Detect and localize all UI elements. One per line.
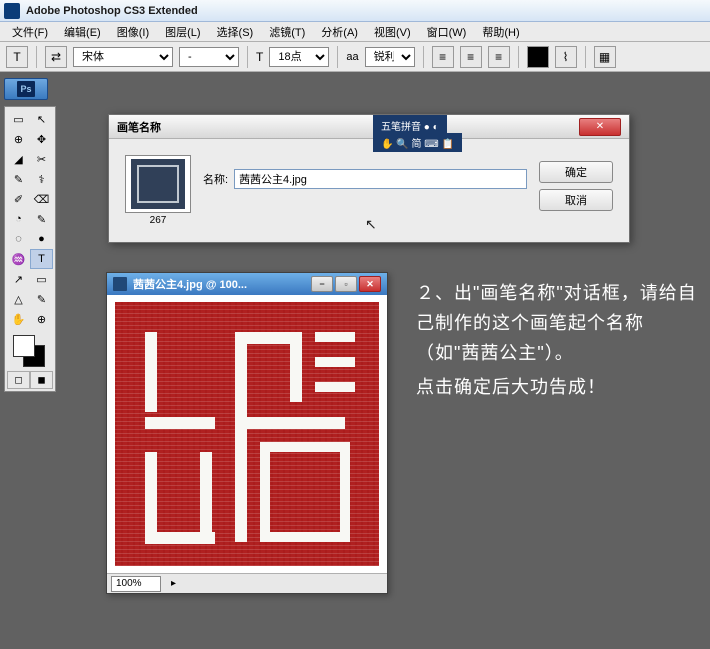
- pen-tool[interactable]: ♒: [7, 249, 30, 269]
- options-bar: T ⇄ 宋体 - T 18点 aa 锐利 ≡ ≡ ≡ ⌇ ▦: [0, 42, 710, 72]
- ime-toolbar[interactable]: ✋ 🔍 简 ⌨ 📋: [373, 133, 462, 152]
- document-icon: [113, 277, 127, 291]
- lasso-tool[interactable]: ⊕: [7, 129, 30, 149]
- crop-tool[interactable]: ◢: [7, 149, 30, 169]
- menu-select[interactable]: 选择(S): [209, 22, 262, 42]
- ok-button[interactable]: 确定: [539, 161, 613, 183]
- brush-preview-box: 267: [125, 155, 191, 226]
- warp-text-button[interactable]: ⌇: [555, 46, 577, 68]
- font-size-select[interactable]: 18点: [269, 47, 329, 67]
- menu-analysis[interactable]: 分析(A): [313, 22, 366, 42]
- workspace: Ps ▭↖ ⊕✥ ◢✂ ✎⚕ ✐⌫ ◔✎ ◌● ♒T ↗▭ △✎ ✋⊕ ◻ ◼ …: [0, 72, 710, 649]
- heal-tool[interactable]: ✎: [7, 169, 30, 189]
- size-icon: T: [256, 50, 263, 64]
- menu-filter[interactable]: 滤镜(T): [261, 22, 313, 42]
- minimize-button[interactable]: −: [311, 276, 333, 292]
- brush-tool[interactable]: ⚕: [30, 169, 53, 189]
- type-tool[interactable]: T: [30, 249, 53, 269]
- marquee-tool[interactable]: ▭: [7, 109, 30, 129]
- menu-view[interactable]: 视图(V): [366, 22, 419, 42]
- brush-name-input[interactable]: [234, 169, 527, 189]
- ps-home-tab[interactable]: Ps: [4, 78, 48, 100]
- font-family-select[interactable]: 宋体: [73, 47, 173, 67]
- gradient-tool[interactable]: ✎: [30, 209, 53, 229]
- character-panel-button[interactable]: ▦: [594, 46, 616, 68]
- dialog-title: 画笔名称: [117, 119, 579, 135]
- name-section: 名称:: [203, 169, 527, 189]
- divider: [36, 46, 37, 68]
- document-title: 茜茜公主4.jpg @ 100...: [133, 276, 309, 292]
- ps-logo-icon: Ps: [17, 81, 35, 97]
- status-menu-arrow[interactable]: ▸: [165, 578, 182, 589]
- dialog-title-bar[interactable]: 画笔名称 五笔拼音 ● ◐ ✋ 🔍 简 ⌨ 📋 ✕: [109, 115, 629, 139]
- app-title: Adobe Photoshop CS3 Extended: [26, 5, 198, 17]
- tool-palette: ▭↖ ⊕✥ ◢✂ ✎⚕ ✐⌫ ◔✎ ◌● ♒T ↗▭ △✎ ✋⊕ ◻ ◼: [4, 106, 56, 392]
- stamp-tool[interactable]: ✐: [7, 189, 30, 209]
- instruction-overlay: ２、出"画笔名称"对话框，请给自己制作的这个画笔起个名称（如"茜茜公主"）。 点…: [416, 278, 702, 406]
- menu-layer[interactable]: 图层(L): [157, 22, 208, 42]
- divider: [423, 46, 424, 68]
- brush-thumbnail: [131, 159, 185, 209]
- eraser-tool[interactable]: ◔: [7, 209, 30, 229]
- dodge-tool[interactable]: ●: [30, 229, 53, 249]
- divider: [337, 46, 338, 68]
- maximize-button[interactable]: ▫: [335, 276, 357, 292]
- document-status-bar: 100% ▸: [107, 573, 387, 593]
- document-canvas[interactable]: [107, 295, 387, 573]
- menu-bar: 文件(F) 编辑(E) 图像(I) 图层(L) 选择(S) 滤镜(T) 分析(A…: [0, 22, 710, 42]
- menu-edit[interactable]: 编辑(E): [56, 22, 109, 42]
- menu-help[interactable]: 帮助(H): [474, 22, 527, 42]
- brush-size-label: 267: [125, 215, 191, 226]
- tool-preset-icon[interactable]: T: [6, 46, 28, 68]
- cancel-button[interactable]: 取消: [539, 189, 613, 211]
- standard-mode-button[interactable]: ◻: [7, 371, 30, 389]
- app-icon: [4, 3, 20, 19]
- dialog-buttons: 确定 取消: [539, 161, 613, 211]
- color-swatches: [7, 333, 53, 369]
- align-right-button[interactable]: ≡: [488, 46, 510, 68]
- align-left-button[interactable]: ≡: [432, 46, 454, 68]
- dialog-body: 267 名称: 确定 取消: [109, 139, 629, 242]
- title-bar: Adobe Photoshop CS3 Extended: [0, 0, 710, 22]
- slice-tool[interactable]: ✂: [30, 149, 53, 169]
- zoom-tool[interactable]: ⊕: [30, 309, 53, 329]
- close-button[interactable]: ✕: [359, 276, 381, 292]
- divider: [585, 46, 586, 68]
- divider: [247, 46, 248, 68]
- history-brush-tool[interactable]: ⌫: [30, 189, 53, 209]
- zoom-field[interactable]: 100%: [111, 576, 161, 592]
- instruction-line-2: 点击确定后大功告成！: [416, 372, 702, 402]
- foreground-color[interactable]: [13, 335, 35, 357]
- hand-tool[interactable]: ✋: [7, 309, 30, 329]
- shape-tool[interactable]: ▭: [30, 269, 53, 289]
- brush-name-dialog: 画笔名称 五笔拼音 ● ◐ ✋ 🔍 简 ⌨ 📋 ✕ 267 名称: 确定 取消: [108, 114, 630, 243]
- antialias-select[interactable]: 锐利: [365, 47, 415, 67]
- menu-image[interactable]: 图像(I): [109, 22, 157, 42]
- eyedropper-tool[interactable]: ✎: [30, 289, 53, 309]
- menu-window[interactable]: 窗口(W): [419, 22, 475, 42]
- brush-preview: [125, 155, 191, 213]
- document-window: 茜茜公主4.jpg @ 100... − ▫ ✕: [106, 272, 388, 594]
- menu-file[interactable]: 文件(F): [4, 22, 56, 42]
- orientation-toggle[interactable]: ⇄: [45, 46, 67, 68]
- wand-tool[interactable]: ✥: [30, 129, 53, 149]
- name-label: 名称:: [203, 171, 228, 187]
- document-title-bar[interactable]: 茜茜公主4.jpg @ 100... − ▫ ✕: [107, 273, 387, 295]
- text-color-button[interactable]: [527, 46, 549, 68]
- blur-tool[interactable]: ◌: [7, 229, 30, 249]
- dialog-close-button[interactable]: ✕: [579, 118, 621, 136]
- seal-image: [115, 302, 379, 566]
- move-tool[interactable]: ↖: [30, 109, 53, 129]
- path-tool[interactable]: ↗: [7, 269, 30, 289]
- notes-tool[interactable]: △: [7, 289, 30, 309]
- instruction-line-1: ２、出"画笔名称"对话框，请给自己制作的这个画笔起个名称（如"茜茜公主"）。: [416, 278, 702, 368]
- quickmask-mode-button[interactable]: ◼: [30, 371, 53, 389]
- font-style-select[interactable]: -: [179, 47, 239, 67]
- divider: [518, 46, 519, 68]
- align-center-button[interactable]: ≡: [460, 46, 482, 68]
- antialias-label: aa: [346, 51, 358, 63]
